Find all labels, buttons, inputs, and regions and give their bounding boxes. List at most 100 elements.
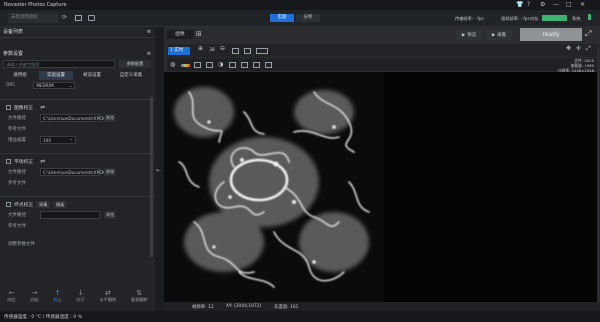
export-icon[interactable]	[241, 62, 248, 68]
device-list-header[interactable]: 设备列表 ≡	[0, 27, 155, 37]
expand-icon[interactable]: ⤢	[586, 45, 591, 53]
camera-fps: 相机帧率: - fps	[501, 16, 530, 21]
browse-button[interactable]: 浏览	[104, 167, 116, 176]
rotate-down-button[interactable]: ↓ 向下	[76, 289, 84, 303]
settings-icon[interactable]: ⚙	[540, 1, 545, 8]
params-title: 参数设置	[3, 51, 24, 57]
bad-pixel-checkbox[interactable]	[6, 201, 11, 207]
offset-value: 100	[43, 137, 51, 143]
zoom-percent: 38	[209, 48, 215, 53]
flip-vertical-button[interactable]: ⇅ 垂直翻转	[131, 289, 148, 303]
image-tab[interactable]: 图像	[167, 30, 193, 39]
tab-frame-settings[interactable]: 帧读设置	[75, 71, 109, 80]
browse-button[interactable]: 浏览	[104, 210, 116, 219]
tab-experiment-settings[interactable]: 实验设置	[39, 71, 73, 80]
record-button[interactable]: ▶ 采集	[486, 30, 512, 40]
image-canvas[interactable]	[164, 72, 597, 302]
template-button[interactable]: 模板	[53, 200, 68, 208]
histogram-icon[interactable]	[194, 62, 201, 68]
arrow-label: 向下	[76, 297, 85, 302]
image-correction-checkbox[interactable]	[6, 104, 11, 110]
image-info: 文件: 0025 加载量: 1960 分辨率: 2048×2048	[534, 58, 594, 73]
frame-rate-readout: 帧频率: 12	[192, 305, 214, 310]
tab-experiment[interactable]: 实验	[270, 14, 294, 22]
folder-icon[interactable]	[75, 15, 82, 21]
param-search-input[interactable]: 请输入关键字搜索	[3, 60, 115, 68]
sensor-status: 传感器温度 : 0 °C / 传感器湿度 : 0 %	[4, 315, 82, 320]
arrow-label: 垂直翻转	[130, 297, 148, 302]
device-select[interactable]: 未检测到相机	[8, 13, 58, 23]
skin-icon[interactable]: 👕	[516, 1, 523, 8]
refresh-icon[interactable]: ⟳	[62, 14, 67, 21]
section-title: 平场校正	[14, 159, 34, 165]
param-config-button[interactable]: 参数配置	[119, 60, 151, 68]
dpc-select[interactable]: MEDIUM ⌄	[33, 81, 76, 89]
file-path-label: 文件路径	[8, 115, 26, 121]
offset-input[interactable]: 100 ⌃	[40, 135, 76, 144]
dpc-label: DPC	[6, 82, 16, 88]
collapse-icon[interactable]: ≡	[147, 49, 151, 59]
roi-icon[interactable]	[256, 48, 268, 54]
tab-custom-capture[interactable]: 自定义采集	[111, 71, 151, 80]
collapse-left-icon[interactable]: ⇤	[156, 167, 161, 174]
splitter[interactable]: ⇤	[155, 27, 164, 311]
gray-value-readout: 灰度值: 161	[274, 305, 299, 310]
close-icon[interactable]: ✕	[580, 1, 585, 8]
crop-icon[interactable]	[244, 48, 251, 54]
memory-label: 内存	[530, 16, 539, 21]
grid-icon[interactable]	[206, 62, 213, 68]
flat-field-checkbox[interactable]	[6, 158, 11, 164]
tab-general[interactable]: 通用组	[3, 71, 37, 80]
save-icon[interactable]	[229, 62, 236, 68]
left-panel: 设备列表 ≡ 参数设置 ≡ 请输入关键字搜索 参数配置 通用组 实验设置 帧读设…	[0, 27, 155, 311]
file-path-input[interactable]: C:\Users\ux\Documents\XPCIC	[40, 113, 106, 122]
zoom-mode-select[interactable]: 1 实时	[168, 47, 190, 55]
switch-icon[interactable]: ⇌	[40, 104, 45, 111]
tab-analysis[interactable]: 分析	[296, 14, 320, 22]
arrow-label: 水平翻转	[99, 297, 117, 302]
ref-file-label: 参考文件	[8, 180, 26, 186]
ready-indicator: ready	[520, 28, 582, 41]
zoom-out-icon[interactable]: ⊖	[220, 45, 225, 52]
device-list-title: 设备列表	[3, 29, 24, 35]
contrast-icon[interactable]: ◑	[218, 61, 223, 68]
collapse-icon[interactable]: ≡	[147, 27, 151, 37]
flip-horizontal-icon: ⇄	[104, 289, 111, 297]
rotate-right-button[interactable]: → 向右	[30, 289, 38, 303]
colormap-icon[interactable]	[181, 64, 190, 67]
rotate-left-button[interactable]: ← 向左	[7, 289, 15, 303]
memory-bar	[542, 15, 567, 21]
switch-icon[interactable]: ⇌	[40, 158, 45, 165]
preview-button[interactable]: ▶ 预览	[456, 30, 482, 40]
record-icon: ▶	[491, 32, 496, 38]
add-tab-icon[interactable]: ⊞	[196, 30, 202, 38]
zoom-in-icon[interactable]: ⊕	[198, 45, 203, 52]
reset-icon[interactable]: ✢	[576, 45, 581, 52]
offset-label: 增益偏置	[8, 137, 26, 143]
stepper-icon[interactable]: ⌃	[69, 137, 75, 144]
camera-icon[interactable]	[265, 62, 272, 68]
minimize-icon[interactable]: —	[553, 1, 559, 8]
flip-horizontal-button[interactable]: ⇄ 水平翻转	[99, 289, 116, 303]
arrow-label: 向左	[7, 297, 16, 302]
left-panel-scrollbar[interactable]	[150, 97, 153, 257]
app-title: Novaster Photos Capture	[4, 2, 67, 8]
fullscreen-icon[interactable]: ⤢	[585, 29, 591, 39]
arrow-up-icon: ↑	[54, 289, 61, 297]
maximize-icon[interactable]: □	[566, 1, 572, 8]
preview-label: 预览	[467, 33, 477, 38]
arrow-down-icon: ↓	[77, 289, 84, 297]
file-path-input[interactable]: C:\Users\ux\Documents\XPCIC	[40, 167, 106, 176]
window-icon[interactable]	[88, 15, 95, 21]
section-title: 坏点校正	[14, 202, 34, 208]
move-icon[interactable]: ✥	[566, 45, 571, 52]
rotate-up-button[interactable]: ↑ 向上	[53, 289, 61, 303]
palette-icon[interactable]: ◍	[170, 61, 175, 68]
browse-button[interactable]: 浏览	[104, 113, 116, 122]
help-icon[interactable]: ?	[527, 1, 530, 8]
folder-open-icon[interactable]	[253, 62, 260, 68]
ref-file-label: 参考文件	[8, 223, 26, 229]
file-path-input[interactable]	[40, 210, 100, 219]
fit-icon[interactable]	[232, 48, 239, 54]
acquire-button[interactable]: 采集	[36, 200, 51, 208]
